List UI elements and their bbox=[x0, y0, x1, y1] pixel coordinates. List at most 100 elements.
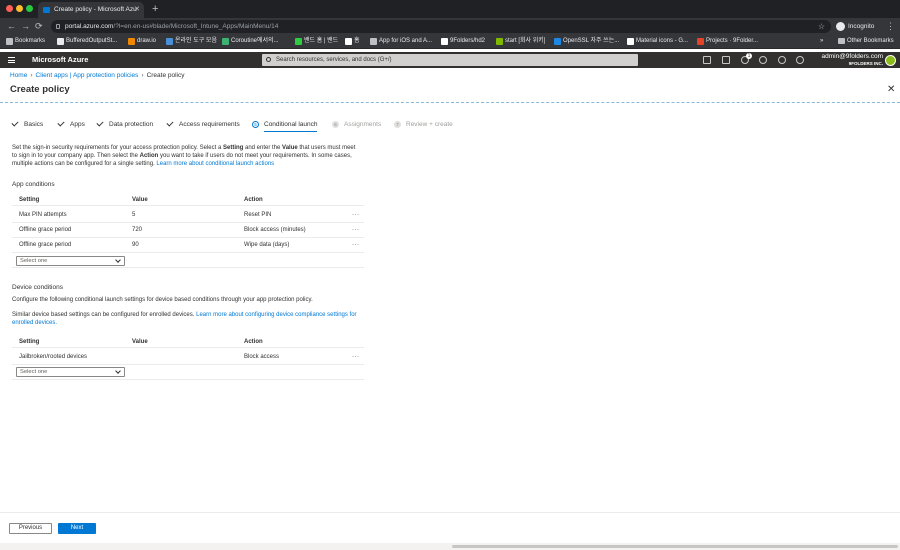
back-arrow-icon[interactable]: ← bbox=[7, 20, 16, 33]
bookmark-label: 온라인 도구 모음 bbox=[175, 38, 217, 44]
step-label: Access requirements bbox=[179, 121, 240, 128]
select-placeholder: Select one bbox=[20, 369, 48, 375]
checkmark-icon bbox=[57, 119, 65, 127]
incognito-label: Incognito bbox=[848, 23, 875, 30]
address-bar[interactable]: portal.azure.com/?l=en.en-us#blade/Micro… bbox=[51, 20, 831, 33]
device-conditions-title: Device conditions bbox=[12, 284, 63, 291]
breadcrumb-app-protection[interactable]: Client apps | App protection policies bbox=[36, 72, 139, 79]
action-cell: Block access (minutes) bbox=[244, 227, 306, 233]
bookmark-item[interactable]: BufferedOutputSt... bbox=[57, 35, 117, 48]
bookmark-item[interactable]: 9Folders/hd2 bbox=[441, 35, 485, 48]
bookmark-label: Coroutine에서의... bbox=[231, 38, 279, 44]
bookmark-label: BufferedOutputSt... bbox=[66, 38, 118, 44]
folder-icon bbox=[838, 38, 845, 44]
azure-favicon-icon bbox=[43, 7, 50, 13]
bookmark-icon bbox=[345, 38, 352, 45]
new-tab-icon[interactable]: + bbox=[152, 1, 158, 17]
intro-text: Set the sign-in security requirements fo… bbox=[12, 145, 356, 167]
window-minimize-dot[interactable] bbox=[16, 5, 23, 12]
more-options-icon[interactable]: ··· bbox=[352, 223, 360, 238]
bookmarks-bar: Bookmarks BufferedOutputSt... draw.io 온라… bbox=[0, 35, 900, 49]
browser-tab[interactable]: Create policy - Microsoft Azu ✕ bbox=[38, 2, 144, 18]
bookmark-item[interactable]: Bookmarks bbox=[6, 35, 45, 48]
hamburger-menu-icon[interactable] bbox=[8, 57, 15, 63]
setting-cell: Offline grace period bbox=[19, 242, 72, 248]
window-close-dot[interactable] bbox=[6, 5, 13, 12]
value-cell: 5 bbox=[132, 212, 136, 218]
avatar[interactable] bbox=[885, 55, 896, 66]
bookmark-item[interactable]: draw.io bbox=[128, 35, 156, 48]
bookmark-label: 9Folders/hd2 bbox=[450, 38, 486, 44]
bookmark-label: 홈 bbox=[354, 38, 360, 44]
bookmark-icon bbox=[697, 38, 704, 45]
feedback-smiley-icon[interactable] bbox=[796, 56, 804, 64]
learn-more-conditional-launch-link[interactable]: Learn more about conditional launch acti… bbox=[156, 161, 274, 167]
action-cell: Reset PIN bbox=[244, 212, 272, 218]
step-number-badge: 6 bbox=[332, 121, 339, 128]
bookmark-icon bbox=[6, 38, 13, 45]
step-label: Apps bbox=[70, 121, 85, 128]
settings-gear-icon[interactable] bbox=[759, 56, 767, 64]
bookmark-item[interactable]: App for iOS and A... bbox=[370, 35, 432, 48]
row-divider bbox=[12, 379, 364, 380]
app-conditions-title: App conditions bbox=[12, 181, 55, 188]
horizontal-scrollbar[interactable] bbox=[0, 543, 900, 550]
forward-arrow-icon[interactable]: → bbox=[21, 20, 30, 33]
table-row: Offline grace period 720 Block access (m… bbox=[12, 223, 364, 238]
reload-icon[interactable]: ⟳ bbox=[35, 20, 43, 33]
column-header-value: Value bbox=[132, 197, 148, 203]
breadcrumb-separator: › bbox=[141, 72, 144, 79]
search-placeholder: Search resources, services, and docs (G+… bbox=[276, 57, 392, 63]
tab-close-icon[interactable]: ✕ bbox=[134, 2, 140, 18]
bookmark-item[interactable]: OpenSSL 자주 쓰는... bbox=[554, 35, 619, 48]
search-icon bbox=[266, 57, 271, 62]
previous-button[interactable]: Previous bbox=[9, 523, 52, 534]
table-header: Setting Value Action bbox=[12, 336, 364, 348]
app-condition-setting-select[interactable]: Select one bbox=[16, 256, 125, 266]
directory-filter-icon[interactable] bbox=[722, 56, 730, 64]
bookmark-label: 밴드 홈 | 밴드 bbox=[304, 38, 339, 44]
bookmark-icon bbox=[128, 38, 135, 45]
step-label: Conditional launch bbox=[264, 119, 318, 132]
more-options-icon[interactable]: ··· bbox=[352, 238, 360, 253]
other-bookmarks[interactable]: Other Bookmarks bbox=[838, 35, 894, 48]
cloud-shell-icon[interactable] bbox=[703, 56, 711, 64]
more-options-icon[interactable]: ··· bbox=[352, 350, 360, 365]
step-number-badge: 7 bbox=[394, 121, 401, 128]
azure-brand[interactable]: Microsoft Azure bbox=[32, 52, 88, 68]
account-menu[interactable]: admin@9folders.com 9FOLDERS INC. bbox=[808, 53, 883, 67]
header-divider bbox=[0, 102, 900, 103]
bookmark-item[interactable]: 온라인 도구 모음 bbox=[166, 35, 217, 48]
azure-top-bar: Microsoft Azure Search resources, servic… bbox=[0, 52, 900, 68]
device-condition-setting-select[interactable]: Select one bbox=[16, 367, 125, 377]
step-label: Assignments bbox=[344, 121, 382, 128]
incognito-indicator[interactable]: Incognito bbox=[836, 21, 874, 32]
bookmark-item[interactable]: start [회사 위키] bbox=[496, 35, 545, 48]
column-header-setting: Setting bbox=[19, 339, 40, 345]
help-question-icon[interactable] bbox=[778, 56, 786, 64]
bookmark-item[interactable]: Coroutine에서의... bbox=[222, 35, 279, 48]
more-options-icon[interactable]: ··· bbox=[352, 208, 360, 223]
browser-toolbar: ← → ⟳ portal.azure.com/?l=en.en-us#blade… bbox=[0, 18, 900, 35]
window-zoom-dot[interactable] bbox=[26, 5, 33, 12]
bookmark-item[interactable]: 밴드 홈 | 밴드 bbox=[295, 35, 338, 48]
global-search-input[interactable]: Search resources, services, and docs (G+… bbox=[262, 54, 638, 66]
tenant-name: 9FOLDERS INC. bbox=[848, 61, 883, 66]
setting-cell: Offline grace period bbox=[19, 227, 72, 233]
other-bookmarks-label: Other Bookmarks bbox=[847, 38, 894, 44]
bookmark-item[interactable]: Projects · 9Folder... bbox=[697, 35, 758, 48]
value-cell: 720 bbox=[132, 227, 143, 233]
bookmark-item[interactable]: Material icons - G... bbox=[627, 35, 688, 48]
user-name: admin@9folders.com bbox=[821, 53, 883, 60]
bookmark-icon bbox=[370, 38, 377, 45]
breadcrumb-home[interactable]: Home bbox=[10, 72, 27, 79]
scrollbar-thumb[interactable] bbox=[452, 545, 898, 548]
next-button[interactable]: Next bbox=[58, 523, 96, 534]
browser-menu-icon[interactable]: ⋮ bbox=[886, 20, 895, 33]
row-divider bbox=[12, 267, 364, 268]
bookmark-item[interactable]: 홈 bbox=[345, 35, 360, 48]
bookmarks-overflow-icon[interactable]: » bbox=[820, 35, 823, 48]
bookmark-star-icon[interactable]: ☆ bbox=[818, 20, 825, 33]
url-path: /?l=en.en-us#blade/Microsoft_Intune_Apps… bbox=[113, 23, 279, 30]
close-icon[interactable]: ✕ bbox=[887, 84, 895, 96]
